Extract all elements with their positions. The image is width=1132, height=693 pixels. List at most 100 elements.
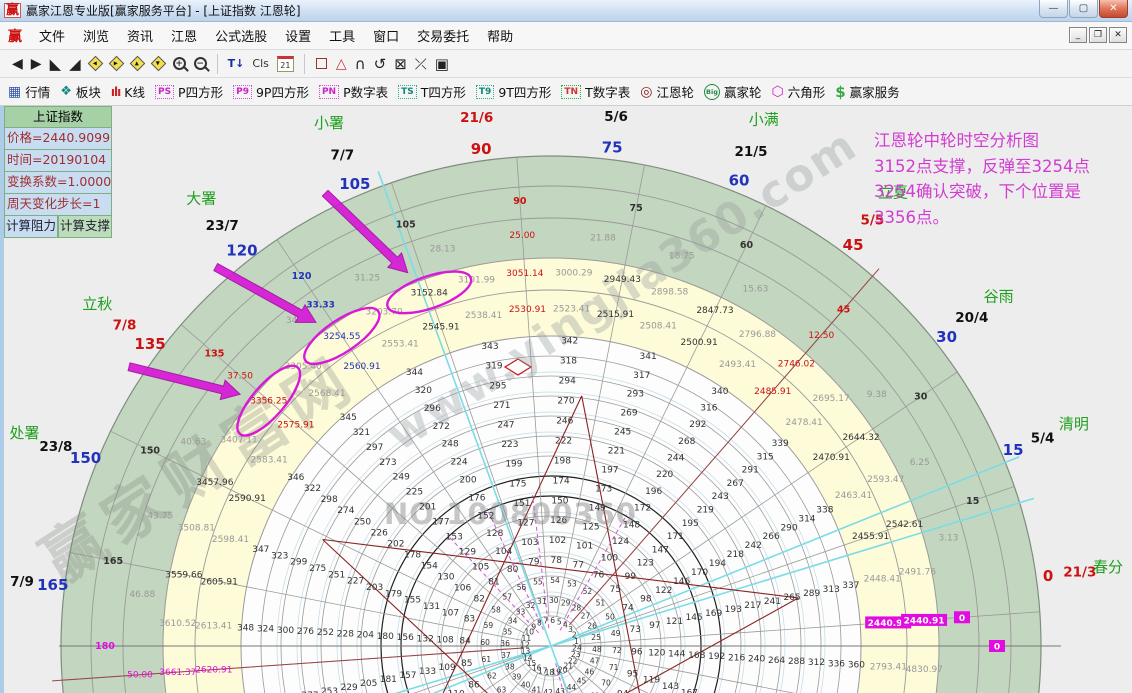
big-circle-icon: Big xyxy=(704,84,720,100)
svg-text:43.75: 43.75 xyxy=(147,511,173,521)
svg-text:155: 155 xyxy=(404,596,421,606)
svg-text:3101.99: 3101.99 xyxy=(458,276,495,286)
menu-window[interactable]: 窗口 xyxy=(364,23,408,48)
svg-text:170: 170 xyxy=(691,568,708,578)
svg-text:269: 269 xyxy=(620,409,637,419)
menu-trade[interactable]: 交易委托 xyxy=(408,23,478,48)
svg-text:2515.91: 2515.91 xyxy=(597,310,634,320)
triangle-tool-icon[interactable]: △ xyxy=(336,56,347,72)
svg-text:250: 250 xyxy=(354,517,371,527)
menu-gann[interactable]: 江恩 xyxy=(162,23,206,48)
svg-text:2620.91: 2620.91 xyxy=(195,666,232,676)
prev-arrow-icon[interactable]: ◀ xyxy=(12,54,23,74)
svg-text:2598.41: 2598.41 xyxy=(212,535,249,545)
svg-text:2575.91: 2575.91 xyxy=(277,420,314,430)
svg-text:60: 60 xyxy=(740,240,754,251)
next-arrow-icon[interactable]: ▶ xyxy=(31,54,42,74)
menu-file[interactable]: 文件 xyxy=(30,23,74,48)
svg-text:322: 322 xyxy=(304,484,321,494)
arc-tool-icon[interactable]: ∩ xyxy=(355,54,366,74)
rotate-arc-tool-icon[interactable]: ↺ xyxy=(374,54,387,74)
svg-text:40.63: 40.63 xyxy=(180,438,206,448)
t-square-button[interactable]: TST四方形 xyxy=(398,82,466,101)
svg-text:171: 171 xyxy=(667,532,684,542)
minimize-button[interactable]: — xyxy=(1039,0,1068,18)
svg-text:323: 323 xyxy=(271,551,288,561)
svg-text:178: 178 xyxy=(404,550,421,560)
svg-text:42: 42 xyxy=(543,688,553,693)
quotes-button[interactable]: ▦行情 xyxy=(8,82,50,101)
t9-icon: T9 xyxy=(476,85,494,99)
cls-button[interactable]: Cls xyxy=(252,57,268,70)
svg-text:97: 97 xyxy=(649,621,660,631)
svg-text:224: 224 xyxy=(450,458,467,468)
sectors-button[interactable]: ❖板块 xyxy=(60,82,101,101)
t-down-icon[interactable]: T↓ xyxy=(228,57,245,70)
svg-text:110: 110 xyxy=(448,689,465,693)
kline-button[interactable]: ılıK线 xyxy=(111,82,145,101)
pan-down-icon[interactable]: ▾ xyxy=(150,56,166,72)
svg-text:203: 203 xyxy=(366,583,383,593)
winner-wheel-button[interactable]: Big赢家轮 xyxy=(704,82,762,101)
svg-text:264: 264 xyxy=(768,656,785,666)
svg-text:0: 0 xyxy=(1043,567,1053,585)
cursor-right-icon[interactable]: ◢ xyxy=(69,54,81,74)
p-table-button[interactable]: PNP数字表 xyxy=(319,82,388,101)
svg-text:101: 101 xyxy=(576,541,593,551)
rect-tool-icon[interactable] xyxy=(316,58,327,69)
menu-settings[interactable]: 设置 xyxy=(276,23,320,48)
menu-formula-stockpick[interactable]: 公式选股 xyxy=(206,23,276,48)
hexagon-button[interactable]: ⬡六角形 xyxy=(771,82,825,101)
svg-text:61: 61 xyxy=(482,655,492,664)
svg-text:2847.73: 2847.73 xyxy=(696,306,733,316)
p-square-button[interactable]: PSP四方形 xyxy=(155,82,223,101)
gann-wheel-button[interactable]: ◎江恩轮 xyxy=(640,82,694,101)
menu-help[interactable]: 帮助 xyxy=(478,23,522,48)
svg-text:5/4: 5/4 xyxy=(1031,430,1055,446)
winner-service-button[interactable]: $赢家服务 xyxy=(835,82,899,101)
calendar-icon[interactable]: 21 xyxy=(277,56,294,72)
mdi-restore-button[interactable]: ❐ xyxy=(1089,27,1107,43)
svg-text:105: 105 xyxy=(472,563,489,573)
pan-left-icon[interactable]: ◂ xyxy=(87,56,103,72)
svg-text:318: 318 xyxy=(560,357,577,367)
svg-text:49: 49 xyxy=(611,629,621,638)
zoom-out-icon[interactable]: − xyxy=(194,57,207,70)
close-button[interactable]: ✕ xyxy=(1099,0,1128,18)
mdi-close-button[interactable]: ✕ xyxy=(1109,27,1127,43)
t9-square-button[interactable]: T99T四方形 xyxy=(476,82,552,101)
svg-text:38: 38 xyxy=(505,663,515,672)
maximize-button[interactable]: ▢ xyxy=(1069,0,1098,18)
svg-text:245: 245 xyxy=(614,428,631,438)
svg-text:3508.81: 3508.81 xyxy=(178,523,215,533)
menu-tools[interactable]: 工具 xyxy=(320,23,364,48)
calc-support-button[interactable]: 计算支撑 xyxy=(58,216,112,238)
select-box-tool-icon[interactable]: ▣ xyxy=(435,54,449,74)
svg-text:293: 293 xyxy=(627,390,644,400)
box-x-tool-icon[interactable]: ⊠ xyxy=(394,54,407,74)
svg-text:29: 29 xyxy=(561,598,571,607)
svg-text:296: 296 xyxy=(424,404,441,414)
svg-text:220: 220 xyxy=(656,470,673,480)
svg-text:2491.76: 2491.76 xyxy=(899,567,936,577)
zoom-in-icon[interactable]: + xyxy=(173,57,186,70)
svg-text:3152.84: 3152.84 xyxy=(411,288,448,298)
menu-browse[interactable]: 浏览 xyxy=(74,23,118,48)
t-table-button[interactable]: TNT数字表 xyxy=(561,82,630,101)
svg-text:348: 348 xyxy=(237,623,254,633)
svg-text:268: 268 xyxy=(678,437,695,447)
step-length-value: 周天变化步长=1 xyxy=(4,194,112,216)
mdi-minimize-button[interactable]: _ xyxy=(1069,27,1087,43)
svg-text:174: 174 xyxy=(553,476,570,486)
pan-right-icon[interactable]: ▸ xyxy=(108,56,124,72)
calc-resistance-button[interactable]: 计算阻力 xyxy=(4,216,58,238)
cursor-left-icon[interactable]: ◣ xyxy=(50,54,62,74)
svg-text:37.50: 37.50 xyxy=(227,372,253,382)
svg-text:314: 314 xyxy=(798,514,815,524)
svg-text:31.25: 31.25 xyxy=(354,273,380,283)
menu-news[interactable]: 资讯 xyxy=(118,23,162,48)
svg-text:297: 297 xyxy=(366,443,383,453)
p9-square-button[interactable]: P99P四方形 xyxy=(233,82,309,101)
cross-tool-icon[interactable]: ⤫ xyxy=(415,54,427,74)
pan-up-icon[interactable]: ▴ xyxy=(129,56,145,72)
